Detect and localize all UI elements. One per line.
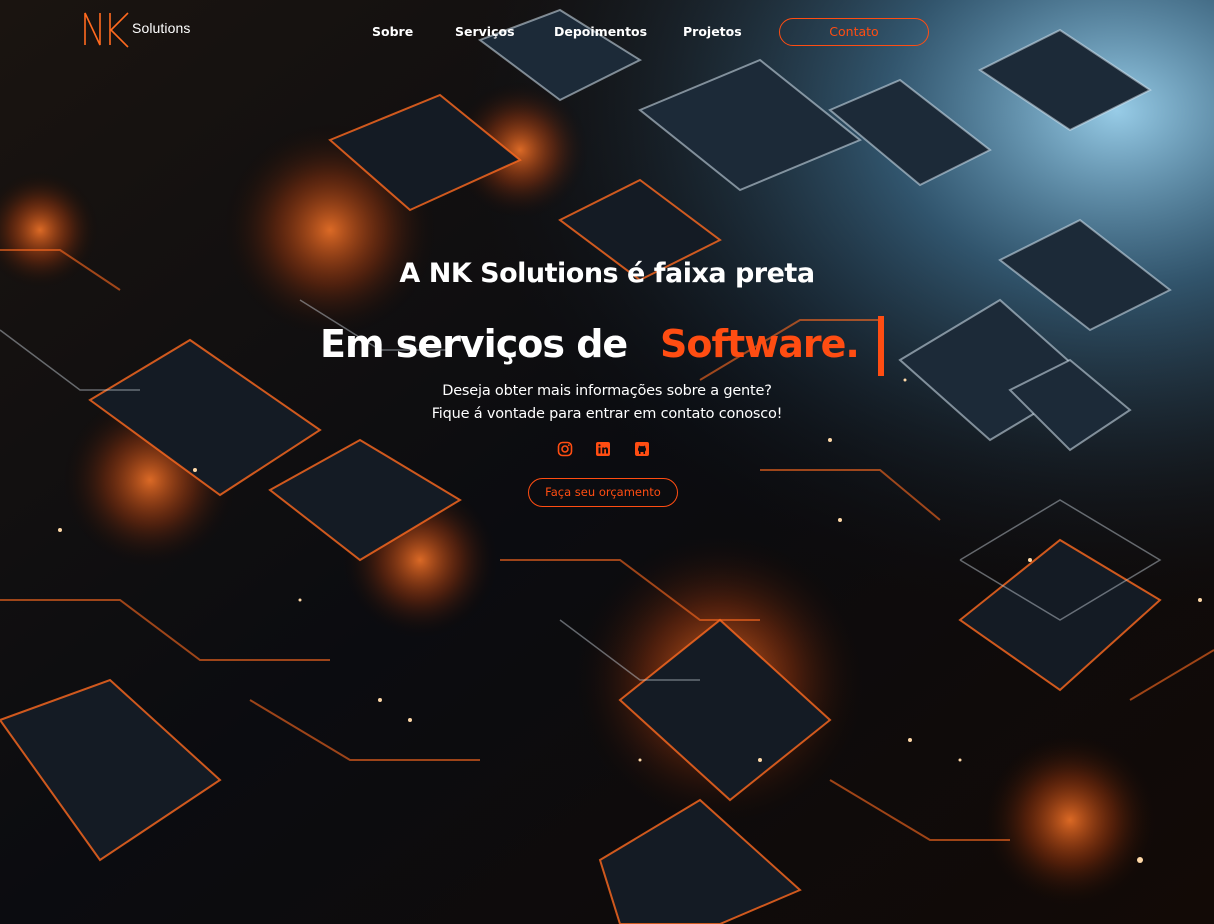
hero-section: A NK Solutions é faixa preta Em serviços… — [0, 0, 1214, 924]
linkedin-icon[interactable] — [595, 441, 611, 457]
social-links — [556, 441, 656, 459]
hero-headline-prefix: Em serviços de — [320, 322, 628, 366]
hero-title: A NK Solutions é faixa preta — [399, 258, 815, 289]
hero-subtitle-2: Fique á vontade para entrar em contato c… — [431, 406, 783, 422]
landing-page: Solutions Sobre Serviços Depoimentos Pro… — [0, 0, 1214, 924]
hero-headline-typed-word: Software. — [660, 322, 860, 366]
request-quote-button[interactable]: Faça seu orçamento — [528, 478, 678, 507]
github-icon[interactable] — [634, 441, 650, 457]
typing-cursor — [878, 316, 884, 376]
hero-subtitle-1: Deseja obter mais informações sobre a ge… — [442, 383, 772, 399]
instagram-icon[interactable] — [557, 441, 573, 457]
